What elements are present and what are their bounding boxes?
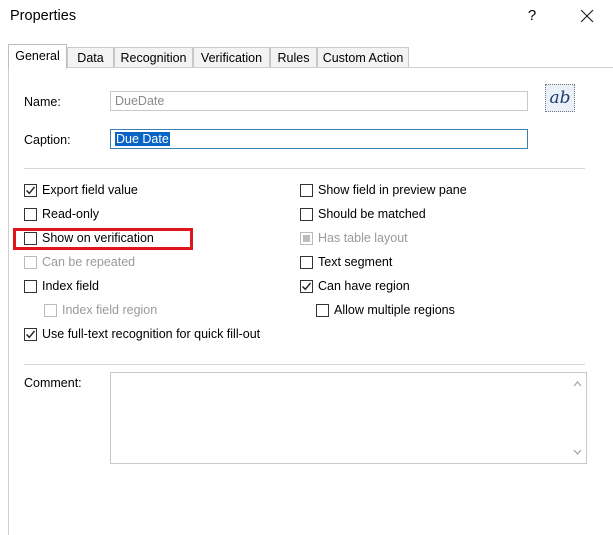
text-style-icon: ab: [549, 88, 571, 108]
should-be-matched-label: Should be matched: [318, 207, 426, 221]
export-field-value-checkbox[interactable]: Export field value: [24, 181, 138, 199]
scroll-down-icon[interactable]: [572, 447, 583, 457]
scroll-up-icon[interactable]: [572, 379, 583, 389]
checkbox-unchecked-icon: [300, 255, 313, 269]
checkbox-unchecked-icon: [300, 207, 313, 221]
allow-multiple-regions-label: Allow multiple regions: [334, 303, 455, 317]
index-field-region-checkbox: Index field region: [44, 301, 157, 319]
checkbox-unchecked-icon: [300, 183, 313, 197]
text-segment-label: Text segment: [318, 255, 393, 269]
name-label: Name:: [24, 95, 61, 109]
checkbox-unchecked-icon: [24, 255, 37, 269]
index-field-region-label: Index field region: [62, 303, 158, 317]
checkbox-unchecked-icon: [316, 303, 329, 317]
checkbox-unchecked-icon: [24, 207, 37, 221]
caption-selected-text: Due Date: [115, 132, 170, 146]
has-table-layout-label: Has table layout: [318, 231, 408, 245]
comment-textarea[interactable]: [110, 372, 587, 464]
tab-general[interactable]: General: [8, 44, 67, 69]
help-icon: ?: [527, 7, 537, 24]
should-be-matched-checkbox[interactable]: Should be matched: [300, 205, 426, 223]
separator-bottom: [24, 364, 585, 365]
allow-multiple-regions-checkbox[interactable]: Allow multiple regions: [316, 301, 455, 319]
use-full-text-recognition-label: Use full-text recognition for quick fill…: [42, 327, 261, 341]
close-icon: [580, 9, 594, 23]
text-segment-checkbox[interactable]: Text segment: [300, 253, 392, 271]
can-have-region-label: Can have region: [318, 279, 410, 293]
close-button[interactable]: [576, 4, 598, 28]
checkbox-checked-icon: [24, 327, 37, 341]
index-field-label: Index field: [42, 279, 99, 293]
show-in-preview-label: Show field in preview pane: [318, 183, 467, 197]
show-in-preview-checkbox[interactable]: Show field in preview pane: [300, 181, 467, 199]
help-button[interactable]: ?: [520, 4, 544, 28]
tab-rules[interactable]: Rules: [270, 47, 317, 67]
checkbox-checked-icon: [300, 279, 313, 293]
comment-label: Comment:: [24, 376, 82, 390]
title-bar: Properties ?: [0, 0, 613, 34]
read-only-label: Read-only: [42, 207, 99, 221]
comment-scrollbar[interactable]: [569, 373, 586, 463]
read-only-checkbox[interactable]: Read-only: [24, 205, 99, 223]
caption-input[interactable]: Due Date: [110, 129, 528, 149]
index-field-checkbox[interactable]: Index field: [24, 277, 99, 295]
name-input[interactable]: DueDate: [110, 91, 528, 111]
ab-button[interactable]: ab: [545, 84, 575, 112]
caption-label: Caption:: [24, 133, 71, 147]
export-field-value-label: Export field value: [42, 183, 138, 197]
separator-top: [24, 168, 585, 169]
can-be-repeated-label: Can be repeated: [42, 255, 136, 269]
can-be-repeated-checkbox: Can be repeated: [24, 253, 135, 271]
has-table-layout-checkbox: Has table layout: [300, 229, 408, 247]
use-full-text-recognition-checkbox[interactable]: Use full-text recognition for quick fill…: [24, 325, 260, 343]
tab-verification[interactable]: Verification: [193, 47, 270, 67]
window-title: Properties: [10, 8, 77, 24]
checkbox-unchecked-icon: [44, 303, 57, 317]
checkbox-unchecked-icon: [24, 279, 37, 293]
highlight-box: [13, 228, 193, 250]
tab-recognition[interactable]: Recognition: [114, 47, 193, 67]
checkbox-checked-icon: [24, 183, 37, 197]
checkbox-indeterminate-icon: [300, 231, 313, 245]
tab-data[interactable]: Data: [67, 47, 114, 67]
tab-custom-action[interactable]: Custom Action: [317, 47, 409, 67]
can-have-region-checkbox[interactable]: Can have region: [300, 277, 410, 295]
